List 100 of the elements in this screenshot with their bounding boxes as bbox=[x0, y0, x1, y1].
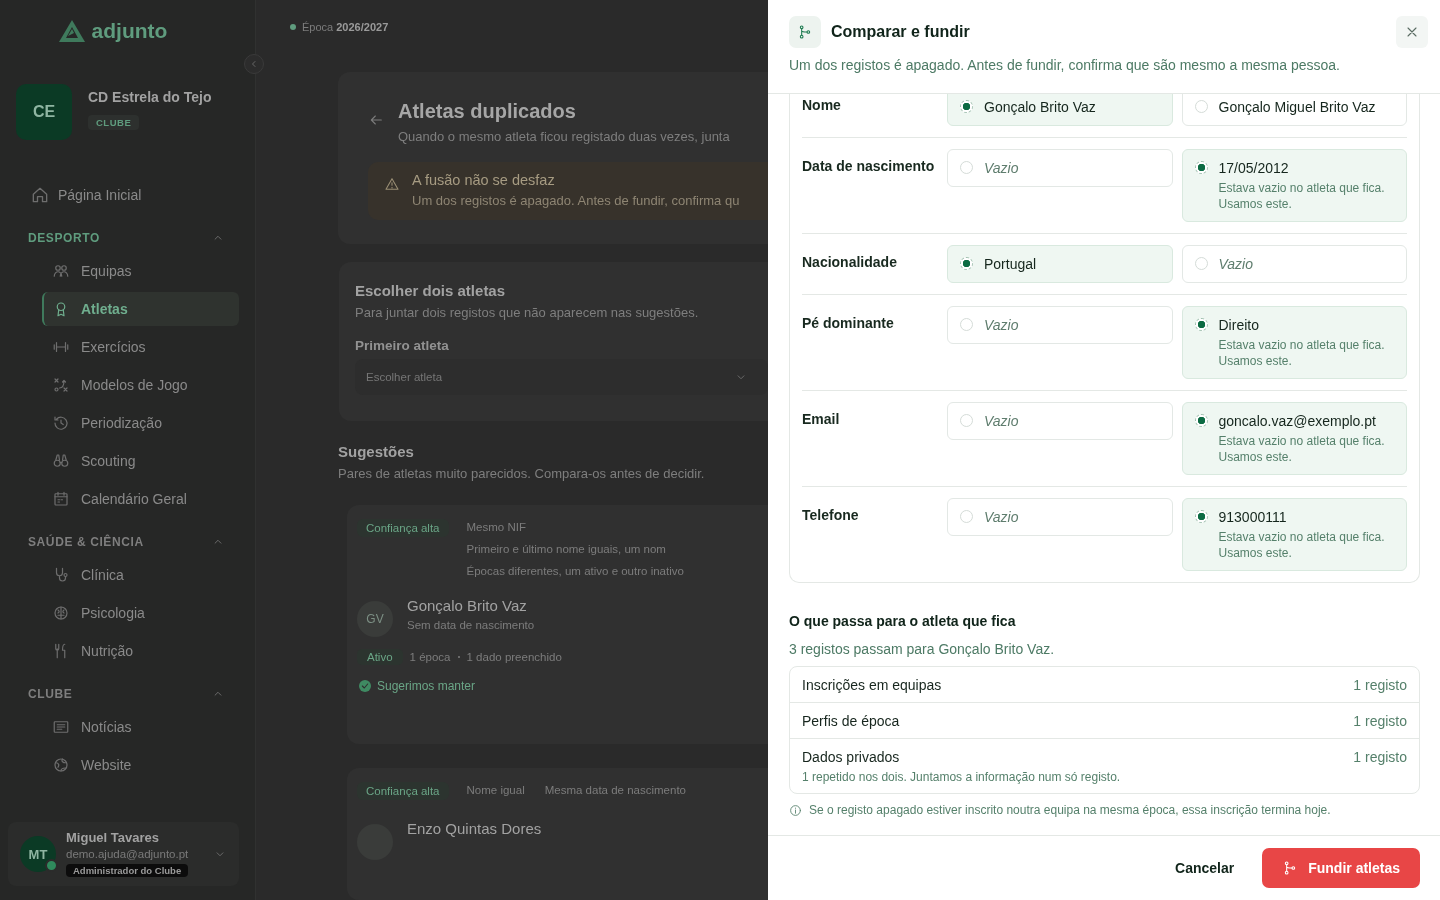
club-avatar: CE bbox=[16, 84, 72, 140]
team-icon bbox=[52, 262, 70, 280]
recommendation-text: Sugerimos manter bbox=[377, 679, 476, 693]
radio-button[interactable] bbox=[960, 318, 973, 331]
option-card[interactable]: Vazio bbox=[947, 306, 1173, 344]
option-card[interactable]: Gonçalo Miguel Brito Vaz bbox=[1181, 94, 1407, 126]
notice-text: Se o registo apagado estiver inscrito noutra equipa na mesma época, essa inscrição termina hoje. bbox=[809, 803, 1331, 817]
radio-button[interactable] bbox=[960, 100, 973, 113]
radio-button[interactable] bbox=[1194, 257, 1208, 270]
transfer-label: Perfis de época bbox=[802, 713, 900, 729]
athlete-select[interactable]: Escolher atleta bbox=[355, 359, 768, 395]
radio-button[interactable] bbox=[960, 161, 973, 174]
reason-tag: Mesma data de nascimento bbox=[544, 782, 686, 796]
warning-title: A fusão não se desfaz bbox=[412, 172, 556, 188]
option-card[interactable]: Portugal bbox=[947, 245, 1173, 283]
nav-item[interactable]: Página Inicial bbox=[28, 178, 239, 212]
page-subtitle: Quando o mesmo atleta ficou registado duas vezes, junta bbox=[398, 129, 730, 144]
binoculars-icon bbox=[52, 452, 70, 470]
reason-tag: Épocas diferentes, um ativo e outro inativo bbox=[466, 563, 684, 577]
page-title: Atletas duplicados bbox=[398, 100, 577, 123]
section-title: O que passa para o atleta que fica bbox=[789, 613, 1017, 629]
nav-item[interactable]: Atletas bbox=[42, 292, 239, 326]
athlete-meta: 1 dado preenchido bbox=[466, 651, 562, 663]
option-card[interactable]: 913000111 Estava vazio no atleta que fica. Usamos este. bbox=[1181, 498, 1407, 571]
history-icon bbox=[52, 414, 70, 432]
option-card[interactable]: Direito Estava vazio no atleta que fica. Usamos este. bbox=[1181, 306, 1407, 379]
nav-item[interactable]: Exercícios bbox=[42, 330, 239, 364]
option-value: Vazio bbox=[1218, 255, 1253, 273]
role-badge: Administrador do Clube bbox=[66, 864, 189, 877]
option-value: Vazio bbox=[984, 316, 1019, 334]
warning-icon bbox=[384, 176, 400, 192]
radio-button[interactable] bbox=[960, 510, 973, 523]
field-label: Telefone bbox=[802, 506, 860, 525]
drawer-title: Comparar e fundir bbox=[831, 23, 970, 41]
nav-item[interactable]: Equipas bbox=[42, 254, 239, 288]
option-value: Gonçalo Brito Vaz bbox=[984, 98, 1096, 116]
merge-icon bbox=[797, 24, 813, 40]
section-heading: SAÚDE & CIÊNCIA bbox=[28, 535, 144, 549]
nav-item[interactable]: Calendário Geral bbox=[42, 482, 239, 516]
radio-button[interactable] bbox=[1194, 161, 1208, 174]
option-note: Estava vazio no atleta que fica. Usamos este. bbox=[1218, 433, 1386, 465]
transfer-count: 1 registo bbox=[1353, 713, 1407, 729]
club-badge: CLUBE bbox=[88, 115, 140, 130]
app-name: adjunto bbox=[91, 19, 168, 43]
athlete-avatar: GV bbox=[357, 601, 393, 637]
option-card[interactable]: Vazio bbox=[1181, 245, 1407, 283]
radio-button[interactable] bbox=[1194, 510, 1208, 523]
info-icon bbox=[789, 803, 802, 817]
status-badge: Ativo bbox=[357, 649, 403, 665]
athlete-name: Gonçalo Brito Vaz bbox=[407, 597, 528, 614]
nav-item[interactable]: Psicologia bbox=[42, 596, 239, 630]
field-label: Pé dominante bbox=[802, 314, 895, 333]
nav-item[interactable]: Notícias bbox=[42, 710, 239, 744]
option-value: Vazio bbox=[984, 412, 1019, 430]
card-subtitle: Para juntar dois registos que não aparecem nas sugestões. bbox=[355, 305, 700, 320]
transfer-summary: 3 registos passam para Gonçalo Brito Vaz. bbox=[789, 641, 1056, 657]
section-subtitle: Pares de atletas muito parecidos. Compara-os antes de decidir. bbox=[338, 466, 706, 481]
nav-item[interactable]: Nutrição bbox=[42, 634, 239, 668]
back-icon bbox=[368, 112, 384, 128]
radio-button[interactable] bbox=[1194, 414, 1208, 427]
option-value: Portugal bbox=[984, 255, 1037, 273]
transfer-label: Dados privados bbox=[802, 749, 900, 765]
option-card[interactable]: Gonçalo Brito Vaz bbox=[947, 94, 1173, 126]
option-note: Estava vazio no atleta que fica. Usamos este. bbox=[1218, 180, 1386, 212]
brain-icon bbox=[52, 604, 70, 622]
collapse-button[interactable] bbox=[244, 54, 264, 74]
option-card[interactable]: 17/05/2012 Estava vazio no atleta que fica. Usamos este. bbox=[1181, 149, 1407, 222]
radio-button[interactable] bbox=[960, 257, 973, 270]
radio-button[interactable] bbox=[960, 414, 973, 427]
nav-item[interactable]: Clínica bbox=[42, 558, 239, 592]
option-card[interactable]: Vazio bbox=[947, 149, 1173, 187]
option-card[interactable]: Vazio bbox=[947, 498, 1173, 536]
user-email: demo.ajuda@adjunto.pt bbox=[66, 848, 189, 860]
option-card[interactable]: Vazio bbox=[947, 402, 1173, 440]
reason-tag: Primeiro e último nome iguais, um nom bbox=[466, 541, 666, 555]
user-card[interactable]: MT Miguel Tavares demo.ajuda@adjunto.pt Administrador do Clube bbox=[8, 822, 239, 886]
option-value: Direito bbox=[1218, 316, 1260, 334]
option-card[interactable]: goncalo.vaz@exemplo.pt Estava vazio no atleta que fica. Usamos este. bbox=[1181, 402, 1407, 475]
option-value: 17/05/2012 bbox=[1218, 159, 1290, 177]
confidence-badge: Confiança alta bbox=[357, 782, 449, 800]
field-label: Primeiro atleta bbox=[355, 338, 450, 353]
card-title: Escolher dois atletas bbox=[355, 282, 507, 299]
newspaper-icon bbox=[52, 718, 70, 736]
nav-item[interactable]: Scouting bbox=[42, 444, 239, 478]
radio-button[interactable] bbox=[1194, 100, 1208, 113]
field-label: Nome bbox=[802, 96, 842, 115]
cancel-button[interactable]: Cancelar bbox=[1175, 852, 1235, 884]
nav-item[interactable]: Modelos de Jogo bbox=[42, 368, 239, 402]
radio-button[interactable] bbox=[1194, 318, 1208, 331]
nav-item[interactable]: Website bbox=[42, 748, 239, 782]
drawer-subtitle: Um dos registos é apagado. Antes de fundir, confirma que são mesmo a mesma pessoa. bbox=[789, 57, 1341, 73]
transfer-label: Inscrições em equipas bbox=[802, 677, 942, 693]
merge-button[interactable]: Fundir atletas bbox=[1262, 848, 1420, 888]
field-label: Email bbox=[802, 410, 841, 429]
season-label: Época 2026/2027 bbox=[302, 21, 389, 33]
user-avatar: MT bbox=[20, 836, 56, 872]
close-button[interactable] bbox=[1396, 16, 1428, 48]
nav-item[interactable]: Periodização bbox=[42, 406, 239, 440]
option-value: 913000111 bbox=[1218, 508, 1288, 526]
transfer-count: 1 registo bbox=[1353, 677, 1407, 693]
